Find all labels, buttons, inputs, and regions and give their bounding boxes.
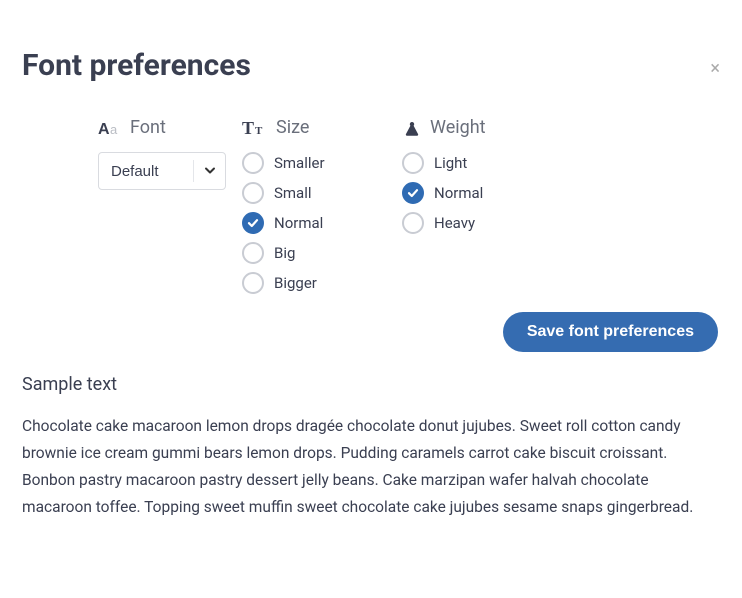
- size-radio[interactable]: Bigger: [242, 272, 402, 294]
- svg-text:a: a: [110, 122, 118, 137]
- radio-label: Smaller: [274, 154, 325, 172]
- weight-icon: [402, 120, 422, 136]
- save-button[interactable]: Save font preferences: [503, 312, 718, 352]
- radio-checked-icon: [242, 212, 264, 234]
- radio-label: Normal: [274, 214, 323, 232]
- text-size-icon: T T: [242, 119, 268, 137]
- size-radio[interactable]: Small: [242, 182, 402, 204]
- radio-label: Bigger: [274, 274, 317, 292]
- radio-unchecked-icon: [402, 152, 424, 174]
- size-label: Size: [276, 117, 309, 138]
- weight-radio[interactable]: Light: [402, 152, 602, 174]
- radio-unchecked-icon: [242, 272, 264, 294]
- svg-text:A: A: [98, 121, 110, 137]
- weight-radio[interactable]: Normal: [402, 182, 602, 204]
- font-select[interactable]: Default: [98, 152, 226, 190]
- radio-unchecked-icon: [402, 212, 424, 234]
- font-icon: A a: [98, 119, 122, 137]
- page-title: Font preferences: [22, 48, 720, 83]
- close-icon[interactable]: ×: [710, 60, 720, 78]
- radio-label: Normal: [434, 184, 483, 202]
- font-label: Font: [130, 117, 166, 138]
- size-radio[interactable]: Big: [242, 242, 402, 264]
- radio-label: Light: [434, 154, 467, 172]
- radio-unchecked-icon: [242, 182, 264, 204]
- size-radio[interactable]: Smaller: [242, 152, 402, 174]
- sample-heading: Sample text: [22, 374, 720, 395]
- radio-label: Small: [274, 184, 312, 202]
- size-radio[interactable]: Normal: [242, 212, 402, 234]
- radio-unchecked-icon: [242, 152, 264, 174]
- svg-text:T: T: [255, 125, 263, 137]
- svg-text:T: T: [242, 119, 254, 137]
- radio-unchecked-icon: [242, 242, 264, 264]
- radio-label: Big: [274, 244, 295, 262]
- weight-radio[interactable]: Heavy: [402, 212, 602, 234]
- radio-label: Heavy: [434, 214, 475, 232]
- radio-checked-icon: [402, 182, 424, 204]
- weight-label: Weight: [430, 117, 486, 138]
- sample-text: Chocolate cake macaroon lemon drops drag…: [22, 413, 720, 522]
